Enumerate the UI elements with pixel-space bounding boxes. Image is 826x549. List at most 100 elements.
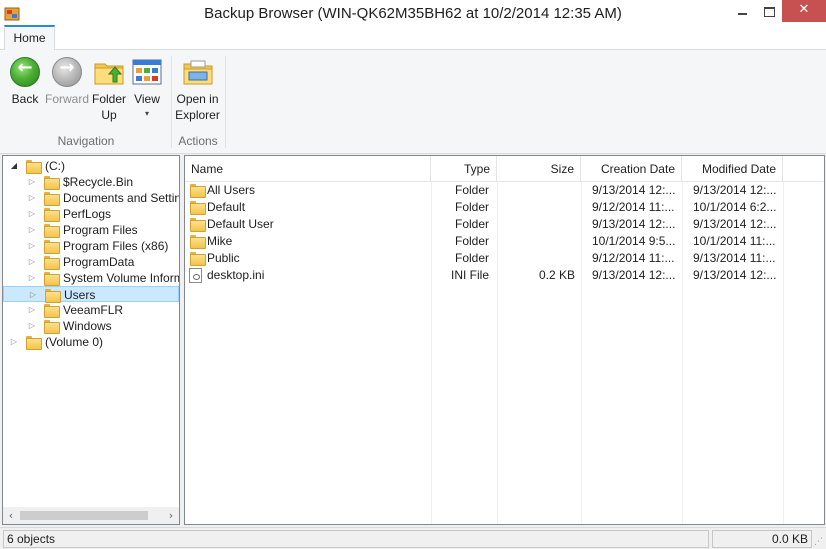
scroll-left-icon[interactable]: ‹: [4, 508, 18, 523]
cell-creation-date: 9/13/2014 12:...: [592, 183, 676, 197]
table-row[interactable]: Mike Folder 10/1/2014 9:5... 10/1/2014 11:.…: [185, 233, 824, 250]
window-title: Backup Browser (WIN-QK62M35BH62 at 10/2/…: [204, 5, 622, 22]
table-row[interactable]: All Users Folder 9/13/2014 12:... 9/13/2014…: [185, 182, 824, 199]
tree-item-label: (Volume 0): [45, 335, 104, 349]
back-label: Back: [11, 92, 39, 106]
expand-icon[interactable]: ▷: [27, 206, 37, 222]
back-button[interactable]: ← Back: [7, 56, 43, 107]
column-header-modified-date[interactable]: Modified Date: [682, 156, 783, 182]
cell-modified-date: 9/13/2014 12:...: [693, 183, 777, 197]
tree-item-label: (C:): [45, 159, 65, 173]
cell-name: All Users: [207, 183, 256, 197]
cell-name: desktop.ini: [207, 268, 265, 282]
expand-icon[interactable]: ▷: [27, 174, 37, 190]
tree-item-label: VeeamFLR: [63, 303, 124, 317]
table-row[interactable]: Default Folder 9/12/2014 11:... 10/1/2014 6…: [185, 199, 824, 216]
cell-modified-date: 10/1/2014 6:2...: [693, 200, 777, 214]
cell-size: [497, 233, 575, 250]
cell-name: Default User: [207, 217, 274, 231]
tree-item[interactable]: ▷ Documents and Settings: [3, 190, 179, 206]
view-dropdown-arrow-icon: ▾: [144, 109, 149, 118]
table-row[interactable]: Public Folder 9/12/2014 11:... 9/13/2014 11…: [185, 250, 824, 267]
expand-icon[interactable]: ▷: [27, 238, 37, 254]
folder-icon: [189, 200, 206, 215]
tree-item[interactable]: ▷ $Recycle.Bin: [3, 174, 179, 190]
expand-icon[interactable]: ▷: [9, 334, 19, 350]
status-total-size: 0.0 KB: [712, 530, 812, 548]
expand-icon[interactable]: ▷: [27, 254, 37, 270]
cell-size: [497, 182, 575, 199]
tree-item-label: ProgramData: [63, 255, 135, 269]
open-in-explorer-button[interactable]: Open in Explorer: [175, 56, 220, 123]
view-button[interactable]: View ▾: [130, 56, 164, 119]
cell-creation-date: 10/1/2014 9:5...: [592, 234, 676, 248]
cell-type: Folder: [454, 183, 489, 197]
cell-type: Folder: [454, 234, 489, 248]
view-icon: [132, 59, 162, 85]
folder-icon: [189, 234, 206, 249]
tree-item[interactable]: ▷ Program Files: [3, 222, 179, 238]
tree-horizontal-scrollbar[interactable]: ‹ ›: [3, 507, 179, 524]
cell-size: 0.2 KB: [538, 268, 575, 282]
tree-item[interactable]: ▷ (Volume 0): [3, 334, 179, 350]
expand-icon[interactable]: ▷: [27, 270, 37, 286]
tree-item-label: System Volume Informat: [63, 271, 179, 285]
cell-type: Folder: [454, 200, 489, 214]
minimize-button[interactable]: [728, 0, 756, 22]
folder-up-label-line2: Up: [101, 108, 117, 122]
ribbon: ← Back → Forward Folder Up View ▾ Naviga…: [0, 50, 826, 154]
title-bar: Backup Browser (WIN-QK62M35BH62 at 10/2/…: [0, 0, 826, 30]
cell-type: INI File: [450, 268, 489, 282]
collapse-icon[interactable]: ◢: [9, 158, 19, 174]
column-header-name[interactable]: Name: [185, 156, 431, 182]
tab-home[interactable]: Home: [4, 25, 55, 51]
cell-modified-date: 9/13/2014 12:...: [693, 217, 777, 231]
folder-icon: [44, 288, 61, 303]
cell-modified-date: 9/13/2014 12:...: [693, 268, 777, 282]
maximize-button[interactable]: [756, 0, 782, 22]
table-row[interactable]: desktop.ini INI File 0.2 KB 9/13/2014 12:..…: [185, 267, 824, 284]
cell-size: [497, 199, 575, 216]
group-label-navigation: Navigation: [57, 134, 115, 148]
tree-item[interactable]: ▷ Users: [3, 286, 179, 303]
table-row[interactable]: Default User Folder 9/13/2014 12:... 9/13/2…: [185, 216, 824, 233]
close-button[interactable]: ✕: [782, 0, 826, 22]
forward-button[interactable]: → Forward: [45, 56, 89, 107]
scrollbar-thumb[interactable]: [20, 511, 148, 520]
tree-item[interactable]: ▷ PerfLogs: [3, 206, 179, 222]
file-list[interactable]: Name Type Size Creation Date Modified Da…: [184, 155, 825, 525]
resize-grip-icon[interactable]: ⋰: [814, 537, 824, 547]
tree-item[interactable]: ▷ ProgramData: [3, 254, 179, 270]
column-header-creation-date[interactable]: Creation Date: [581, 156, 682, 182]
tree-item[interactable]: ▷ VeeamFLR: [3, 302, 179, 318]
cell-name: Mike: [207, 234, 233, 248]
cell-creation-date: 9/12/2014 11:...: [592, 251, 675, 265]
tree-item[interactable]: ▷ System Volume Informat: [3, 270, 179, 286]
tree-item[interactable]: ▷ Windows: [3, 318, 179, 334]
folder-icon: [189, 217, 206, 232]
tree-item[interactable]: ◢ (C:): [3, 158, 179, 174]
cell-size: [497, 250, 575, 267]
folder-icon: [43, 303, 60, 318]
folder-icon: [189, 183, 206, 198]
tree-item-label: Windows: [63, 319, 112, 333]
tree-item-label: Users: [64, 288, 96, 302]
tree-item[interactable]: ▷ Program Files (x86): [3, 238, 179, 254]
tree-item-label: Program Files: [63, 223, 138, 237]
expand-icon[interactable]: ▷: [28, 287, 38, 303]
scroll-right-icon[interactable]: ›: [164, 508, 178, 523]
folder-up-label-line1: Folder: [91, 92, 126, 106]
column-header-size[interactable]: Size: [497, 156, 581, 182]
expand-icon[interactable]: ▷: [27, 302, 37, 318]
folder-tree[interactable]: ◢ (C:) ▷ $Recycle.Bin ▷ Documents and Setting…: [2, 155, 180, 525]
column-header-type[interactable]: Type: [431, 156, 497, 182]
cell-size: [497, 216, 575, 233]
expand-icon[interactable]: ▷: [27, 190, 37, 206]
folder-icon: [43, 255, 60, 270]
tree-item-label: Documents and Settings: [63, 191, 179, 205]
cell-type: Folder: [454, 217, 489, 231]
cell-creation-date: 9/13/2014 12:...: [592, 217, 676, 231]
folder-up-button[interactable]: Folder Up: [91, 56, 127, 123]
expand-icon[interactable]: ▷: [27, 222, 37, 238]
expand-icon[interactable]: ▷: [27, 318, 37, 334]
